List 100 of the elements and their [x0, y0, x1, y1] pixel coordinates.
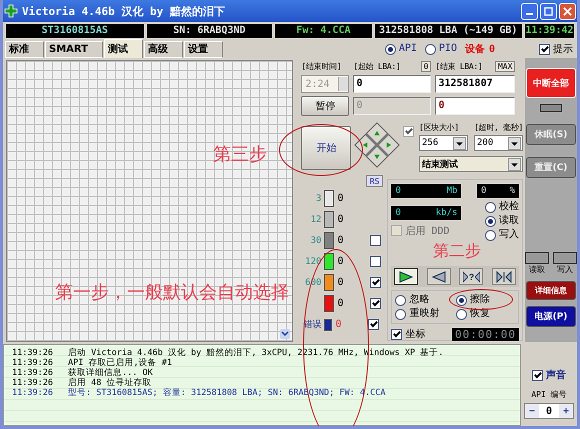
grid-checkbox[interactable]: 坐标: [391, 327, 426, 341]
legend-checkbox[interactable]: [370, 277, 382, 288]
legend-checkbox[interactable]: [370, 235, 382, 246]
block-size-label: [区块大小]: [419, 122, 459, 133]
end-action-select[interactable]: 结束测试: [419, 156, 523, 172]
playback-button[interactable]: [426, 268, 451, 285]
hint-checkbox[interactable]: 提示: [539, 42, 573, 56]
write-indicator: [553, 252, 577, 264]
decrement-button[interactable]: −: [525, 404, 539, 418]
log-time: 11:39:26: [11, 348, 54, 358]
end-time-label: [结束时间]: [301, 61, 342, 72]
count-value: 0: [337, 256, 344, 267]
scan-mode-radio[interactable]: 校检: [485, 201, 519, 213]
repair-mode-radio[interactable]: 擦除: [456, 294, 515, 306]
status-indicator: [540, 104, 562, 112]
threshold-label: 120: [304, 256, 322, 266]
playback-button[interactable]: [394, 268, 418, 285]
start-button[interactable]: 开始: [301, 126, 352, 170]
count-value: 0: [337, 298, 344, 309]
tab[interactable]: 高级: [144, 40, 183, 58]
scan-mode-radio[interactable]: 写入: [485, 229, 519, 241]
threshold-label: 30: [310, 236, 322, 246]
minimize-icon: [526, 13, 533, 15]
mode-radio[interactable]: PIO: [424, 43, 457, 55]
repair-mode-radio[interactable]: 重映射: [395, 308, 454, 320]
log-message: API 存取已启用,设备 #1: [68, 358, 172, 368]
count-value: 0: [337, 214, 344, 225]
read-label: 读取: [529, 264, 545, 275]
legend-checkbox[interactable]: [370, 256, 382, 267]
percent-value: 0: [481, 186, 486, 196]
tab[interactable]: 标准: [5, 40, 44, 58]
percent-unit: %: [510, 186, 515, 196]
threshold-label: 12: [310, 214, 322, 224]
drive-info: 11:39:42: [524, 24, 574, 38]
log-message: 获取详细信息... OK: [68, 368, 153, 378]
play-icon: [398, 270, 414, 282]
increment-button[interactable]: +: [559, 404, 573, 418]
tab[interactable]: 测试: [104, 38, 143, 58]
details-button[interactable]: 详细信息: [526, 281, 576, 300]
current-start-field: 0: [353, 97, 432, 115]
chevron-down-icon[interactable]: [280, 329, 290, 339]
read-indicator: [525, 252, 549, 264]
start-lba-label: [起始 LBA:]: [353, 61, 400, 72]
tab[interactable]: 设置: [184, 40, 223, 58]
power-button[interactable]: 电源(P): [526, 306, 576, 327]
sound-checkbox[interactable]: 声音: [532, 368, 566, 382]
legend-checkbox[interactable]: [370, 298, 382, 309]
legend-checkbox[interactable]: [368, 319, 380, 330]
drive-info: 312581808 LBA (~149 GB): [374, 24, 522, 38]
log-time: 11:39:26: [11, 388, 54, 398]
annotation-text: 第二步: [433, 241, 481, 262]
max-button[interactable]: MAX: [494, 61, 516, 72]
maximize-button[interactable]: [540, 2, 557, 20]
mode-radio[interactable]: API: [384, 43, 417, 55]
playback-button[interactable]: [492, 268, 516, 285]
count-value: 0: [337, 193, 344, 204]
maximize-icon: [544, 6, 553, 16]
repair-mode-radio[interactable]: 忽略: [395, 294, 454, 306]
drive-info: SN: 6RABQ3ND: [146, 24, 272, 38]
reset-start-button[interactable]: 0: [420, 61, 432, 72]
close-button[interactable]: [559, 2, 576, 20]
device-number: 0: [488, 44, 495, 54]
log-message: 启用 48 位寻址存取: [68, 378, 152, 388]
right-triangle-icon: [462, 270, 468, 282]
log-time: 11:39:26: [11, 358, 54, 368]
speed-value: 0: [395, 208, 401, 218]
threshold-label: 3: [315, 194, 322, 204]
pause-button[interactable]: 暂停: [301, 96, 350, 116]
mb-value: 0: [395, 186, 401, 196]
mb-unit: Mb: [446, 186, 458, 196]
api-number-value: 0: [544, 406, 554, 416]
tab[interactable]: SMART: [45, 40, 103, 58]
back-icon: [430, 270, 447, 282]
drive-info: Fw: 4.CCA: [275, 24, 372, 38]
speed-unit: kb/s: [436, 208, 458, 218]
stop-all-button[interactable]: 中断全部: [526, 68, 576, 98]
timeout-label: [超时, 毫秒]: [474, 122, 523, 133]
repair-mode-radio[interactable]: 恢复: [456, 308, 515, 320]
cross-icon: [4, 4, 18, 18]
start-lba-field[interactable]: 0: [353, 75, 432, 93]
block-size-select[interactable]: 256: [419, 135, 468, 151]
count-value: 0: [335, 319, 342, 330]
timeout-select[interactable]: 200: [474, 135, 523, 151]
log-time: 11:39:26: [11, 368, 54, 378]
end-lba-label: [结束 LBA:]: [435, 61, 482, 72]
write-label: 写入: [557, 264, 573, 275]
scan-mode-radio[interactable]: 读取: [485, 215, 519, 227]
drive-info: ST3160815AS: [6, 24, 144, 38]
ddd-checkbox[interactable]: 启用 DDD: [391, 224, 462, 236]
count-value: 0: [337, 277, 344, 288]
minimize-button[interactable]: [521, 2, 538, 20]
end-lba-field[interactable]: 312581807: [435, 75, 516, 93]
rs-button[interactable]: RS: [366, 175, 384, 187]
api-number-label: API 编号: [531, 389, 567, 400]
direction-pad-icon[interactable]: [354, 122, 400, 168]
device-label: 设备: [464, 42, 485, 56]
log-time: 11:39:26: [11, 378, 54, 388]
count-value: 0: [337, 235, 344, 246]
timer-display: 00:00:00: [452, 328, 519, 340]
playback-button[interactable]: ?: [459, 268, 484, 285]
